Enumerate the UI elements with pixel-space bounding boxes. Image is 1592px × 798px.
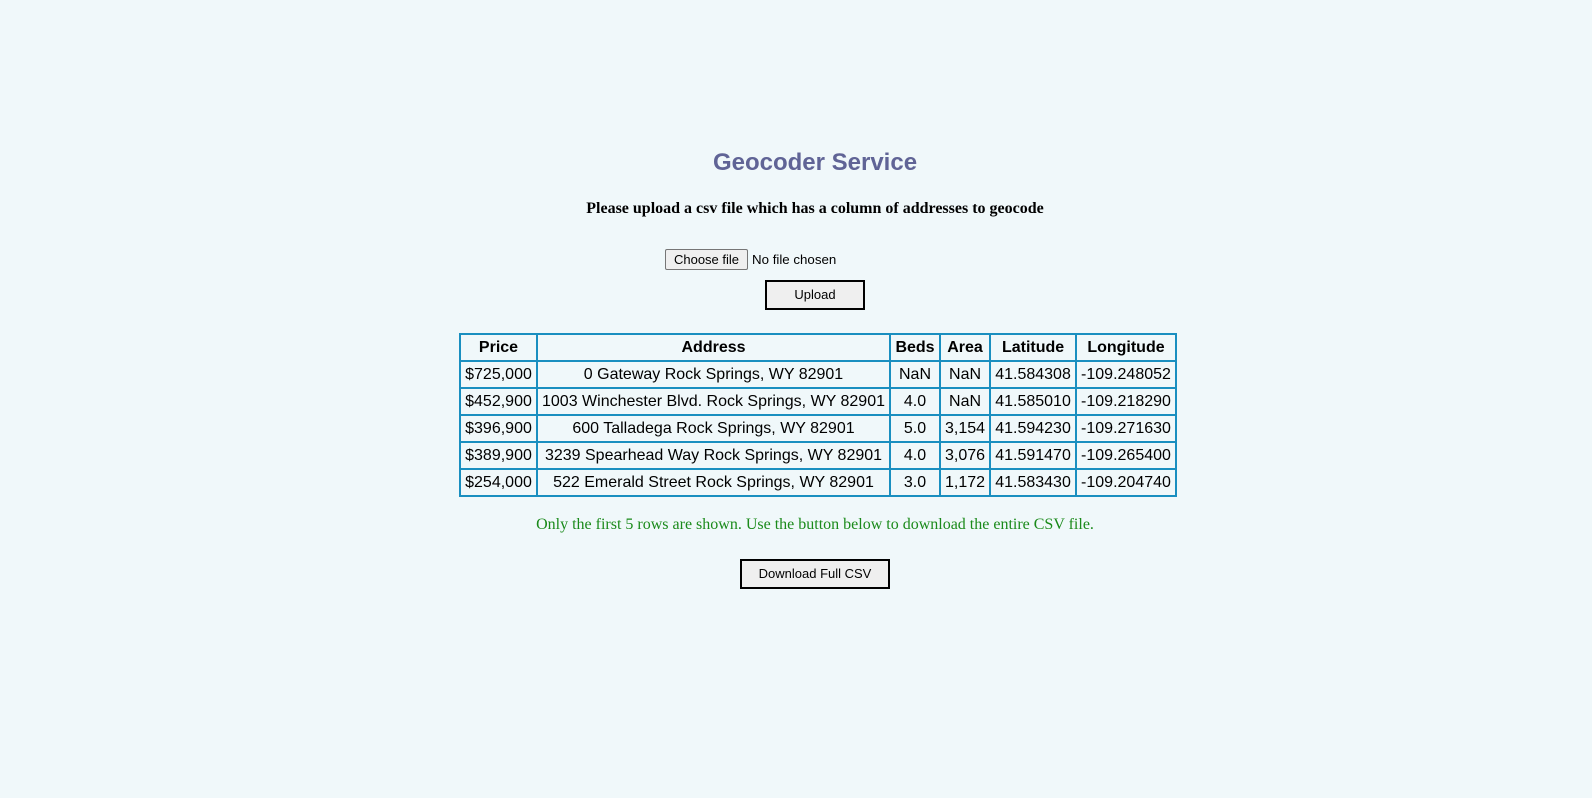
cell-area: 1,172 (940, 469, 991, 496)
cell-beds: 4.0 (890, 442, 940, 469)
file-input[interactable]: Choose file No file chosen (665, 248, 836, 270)
cell-area: NaN (940, 361, 991, 388)
table-row: $725,000 0 Gateway Rock Springs, WY 8290… (460, 361, 1176, 388)
cell-price: $725,000 (460, 361, 537, 388)
table-row: $452,900 1003 Winchester Blvd. Rock Spri… (460, 388, 1176, 415)
cell-price: $389,900 (460, 442, 537, 469)
page-title: Geocoder Service (712, 149, 918, 176)
cell-latitude: 41.594230 (990, 415, 1077, 442)
cell-beds: 4.0 (890, 388, 940, 415)
cell-area: 3,154 (940, 415, 991, 442)
cell-longitude: -109.218290 (1076, 388, 1176, 415)
column-header-price: Price (460, 334, 537, 361)
cell-address: 0 Gateway Rock Springs, WY 82901 (537, 361, 890, 388)
cell-beds: NaN (890, 361, 940, 388)
cell-address: 3239 Spearhead Way Rock Springs, WY 8290… (537, 442, 890, 469)
cell-price: $254,000 (460, 469, 537, 496)
cell-address: 1003 Winchester Blvd. Rock Springs, WY 8… (537, 388, 890, 415)
cell-beds: 3.0 (890, 469, 940, 496)
cell-longitude: -109.265400 (1076, 442, 1176, 469)
download-csv-button[interactable]: Download Full CSV (740, 559, 890, 589)
cell-latitude: 41.585010 (990, 388, 1077, 415)
rows-shown-note: Only the first 5 rows are shown. Use the… (536, 516, 1094, 533)
cell-address: 522 Emerald Street Rock Springs, WY 8290… (537, 469, 890, 496)
file-status-label: No file chosen (752, 251, 837, 267)
column-header-longitude: Longitude (1076, 334, 1176, 361)
table-header-row: Price Address Beds Area Latitude Longitu… (460, 334, 1176, 361)
column-header-latitude: Latitude (990, 334, 1077, 361)
table-row: $389,900 3239 Spearhead Way Rock Springs… (460, 442, 1176, 469)
column-header-beds: Beds (890, 334, 940, 361)
table-row: $396,900 600 Talladega Rock Springs, WY … (460, 415, 1176, 442)
cell-latitude: 41.583430 (990, 469, 1077, 496)
table-row: $254,000 522 Emerald Street Rock Springs… (460, 469, 1176, 496)
cell-beds: 5.0 (890, 415, 940, 442)
choose-file-button[interactable]: Choose file (665, 248, 748, 270)
upload-instructions: Please upload a csv file which has a col… (586, 200, 1044, 217)
cell-longitude: -109.204740 (1076, 469, 1176, 496)
results-table: Price Address Beds Area Latitude Longitu… (459, 333, 1177, 497)
column-header-area: Area (940, 334, 991, 361)
cell-latitude: 41.584308 (990, 361, 1077, 388)
cell-longitude: -109.248052 (1076, 361, 1176, 388)
cell-area: 3,076 (940, 442, 991, 469)
cell-longitude: -109.271630 (1076, 415, 1176, 442)
cell-latitude: 41.591470 (990, 442, 1077, 469)
cell-area: NaN (940, 388, 991, 415)
upload-button[interactable]: Upload (765, 280, 865, 310)
column-header-address: Address (537, 334, 890, 361)
cell-address: 600 Talladega Rock Springs, WY 82901 (537, 415, 890, 442)
cell-price: $452,900 (460, 388, 537, 415)
cell-price: $396,900 (460, 415, 537, 442)
